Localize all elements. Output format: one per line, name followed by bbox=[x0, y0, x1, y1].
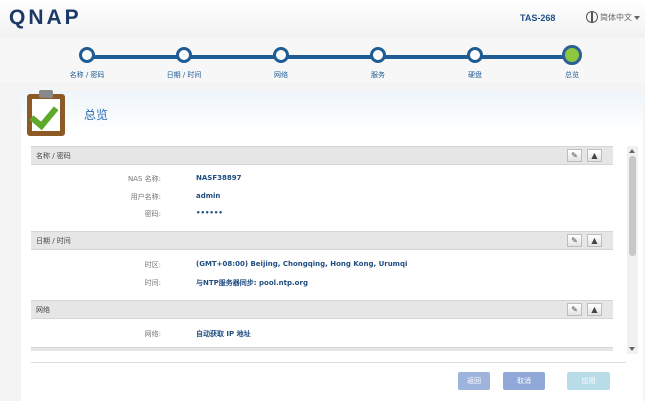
section-header-next bbox=[31, 347, 613, 351]
step-label-disk: 硬盘 bbox=[468, 71, 482, 79]
step-label-network: 网络 bbox=[274, 71, 288, 79]
section-header-date-time: 日期 / 时间 ✎ ▲ bbox=[31, 231, 613, 250]
section-title: 网络 bbox=[36, 306, 50, 314]
top-bar: QNAP TAS-268 简体中文 bbox=[0, 0, 645, 38]
back-button[interactable]: 返回 bbox=[458, 372, 490, 390]
password-label: 密码: bbox=[144, 210, 161, 218]
step-label-summary: 总览 bbox=[565, 71, 579, 79]
qnap-logo: QNAP bbox=[9, 6, 82, 29]
step-1-marker bbox=[79, 47, 95, 63]
network-value: 自动获取 IP 地址 bbox=[196, 330, 251, 338]
time-label: 时间: bbox=[144, 279, 161, 287]
step-3-marker bbox=[273, 47, 289, 63]
footer-divider bbox=[31, 362, 626, 363]
vertical-scrollbar[interactable] bbox=[627, 146, 638, 354]
section-title: 日期 / 时间 bbox=[36, 237, 71, 245]
clipboard-check-icon bbox=[27, 90, 71, 136]
step-label-date-time: 日期 / 时间 bbox=[166, 71, 202, 79]
username-value: admin bbox=[196, 192, 221, 200]
password-value: •••••• bbox=[196, 209, 223, 217]
chevron-down-icon[interactable] bbox=[634, 16, 640, 20]
step-label-name-password: 名称 / 密码 bbox=[69, 71, 105, 79]
section-header-name-password: 名称 / 密码 ✎ ▲ bbox=[31, 146, 613, 165]
scrollbar-thumb[interactable] bbox=[629, 156, 636, 256]
device-model: TAS-268 bbox=[520, 13, 556, 23]
network-label: 网络: bbox=[144, 330, 161, 338]
wizard-progress-line bbox=[86, 55, 570, 59]
collapse-date-time-button[interactable]: ▲ bbox=[587, 234, 602, 247]
collapse-network-button[interactable]: ▲ bbox=[587, 303, 602, 316]
nas-name-value: NASF38897 bbox=[196, 174, 242, 182]
timezone-label: 时区: bbox=[144, 261, 161, 269]
summary-card-header bbox=[21, 91, 643, 133]
scroll-down-icon[interactable] bbox=[629, 347, 635, 351]
summary-panel: 名称 / 密码 ✎ ▲ NAS 名称: NASF38897 用户名称: admi… bbox=[31, 146, 613, 351]
collapse-name-password-button[interactable]: ▲ bbox=[587, 149, 602, 162]
cancel-button[interactable]: 取消 bbox=[503, 372, 545, 390]
globe-icon[interactable] bbox=[586, 11, 598, 23]
step-6-marker-active bbox=[562, 45, 582, 65]
nas-name-label: NAS 名称: bbox=[127, 175, 161, 183]
scroll-up-icon[interactable] bbox=[629, 149, 635, 153]
edit-date-time-button[interactable]: ✎ bbox=[567, 234, 582, 247]
apply-button[interactable]: 应用 bbox=[567, 372, 610, 390]
step-2-marker bbox=[176, 47, 192, 63]
step-label-services: 服务 bbox=[371, 71, 385, 79]
page-title: 总览 bbox=[84, 108, 109, 122]
section-title: 名称 / 密码 bbox=[36, 152, 71, 160]
time-value: 与NTP服务器同步: pool.ntp.org bbox=[196, 279, 308, 287]
language-selector[interactable]: 简体中文 bbox=[600, 12, 632, 23]
step-4-marker bbox=[370, 47, 386, 63]
edit-network-button[interactable]: ✎ bbox=[567, 303, 582, 316]
timezone-value: (GMT+08:00) Beijing, Chongqing, Hong Kon… bbox=[196, 260, 408, 268]
username-label: 用户名称: bbox=[130, 193, 161, 201]
step-5-marker bbox=[467, 47, 483, 63]
section-header-network: 网络 ✎ ▲ bbox=[31, 300, 613, 319]
edit-name-password-button[interactable]: ✎ bbox=[567, 149, 582, 162]
